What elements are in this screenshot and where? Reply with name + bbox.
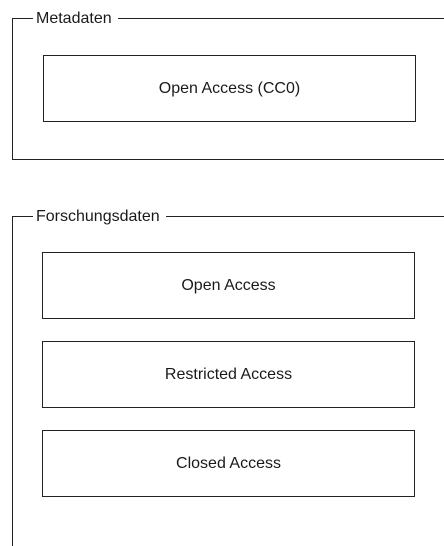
research-closed-access-box: Closed Access [42,430,415,497]
metadata-open-access-cc0-box: Open Access (CC0) [43,55,416,122]
research-data-group-title: Forschungsdaten [33,207,166,227]
research-data-group: Forschungsdaten Open Access Restricted A… [12,207,444,546]
research-open-access-box: Open Access [42,252,415,319]
research-restricted-access-box: Restricted Access [42,341,415,408]
research-open-access-label: Open Access [181,276,276,294]
metadata-group: Metadaten Open Access (CC0) [12,9,444,160]
research-restricted-access-label: Restricted Access [164,365,293,383]
metadata-open-access-cc0-label: Open Access (CC0) [158,79,301,97]
metadata-group-title: Metadaten [33,9,118,29]
research-closed-access-label: Closed Access [176,454,281,472]
